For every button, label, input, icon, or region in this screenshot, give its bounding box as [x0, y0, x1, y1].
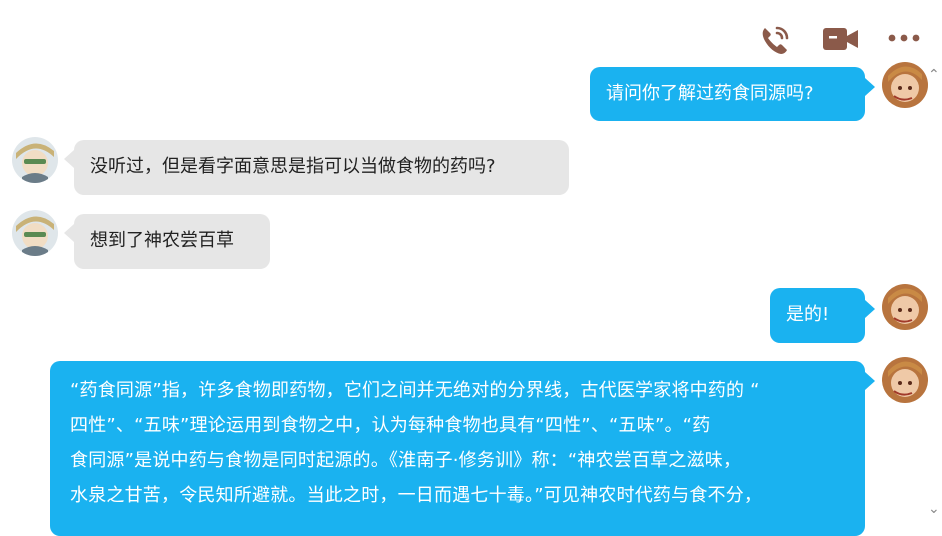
bubble-tail: [64, 224, 74, 242]
message-bubble-sent-long: “药食同源”指，许多食物即药物，它们之间并无绝对的分界线，古代医学家将中药的 “…: [50, 361, 865, 536]
message-bubble-received: 想到了神农尝百草: [74, 214, 270, 269]
more-dots-icon[interactable]: [886, 30, 922, 46]
bubble-tail: [64, 150, 74, 168]
message-bubble-sent: 是的!: [770, 288, 865, 343]
scroll-up-icon[interactable]: ⌃: [928, 68, 940, 82]
phone-icon[interactable]: [757, 22, 793, 58]
message-text-line: 四性”、“五味”理论运用到食物之中，认为每种食物也具有“四性”、“五味”。“药: [70, 415, 711, 436]
avatar-self[interactable]: [882, 357, 928, 403]
avatar-self[interactable]: [882, 62, 928, 108]
message-text-line: 食同源”是说中药与食物是同时起源的。《淮南子·修务训》称：“神农尝百草之滋味，: [70, 450, 742, 471]
video-camera-icon[interactable]: [821, 24, 861, 54]
message-text: 想到了神农尝百草: [90, 230, 234, 251]
scroll-down-icon[interactable]: ⌄: [928, 502, 940, 516]
message-text: 请问你了解过药食同源吗?: [606, 83, 814, 104]
message-text-line: “药食同源”指，许多食物即药物，它们之间并无绝对的分界线，古代医学家将中药的 “: [70, 380, 760, 401]
message-text-line: 水泉之甘苦，令民知所避就。当此之时，一日而遇七十毒。”可见神农时代药与食不分，: [70, 485, 763, 506]
message-text: 没听过，但是看字面意思是指可以当做食物的药吗?: [90, 156, 496, 177]
bubble-tail: [865, 300, 875, 318]
bubble-tail: [865, 78, 875, 96]
bubble-tail: [865, 372, 875, 390]
avatar-self[interactable]: [882, 284, 928, 330]
avatar-contact[interactable]: [12, 137, 58, 183]
chat-header: [0, 0, 942, 62]
avatar-contact[interactable]: [12, 210, 58, 256]
message-bubble-sent: 请问你了解过药食同源吗?: [590, 67, 865, 121]
message-bubble-received: 没听过，但是看字面意思是指可以当做食物的药吗?: [74, 140, 569, 195]
message-text: 是的!: [786, 304, 830, 325]
